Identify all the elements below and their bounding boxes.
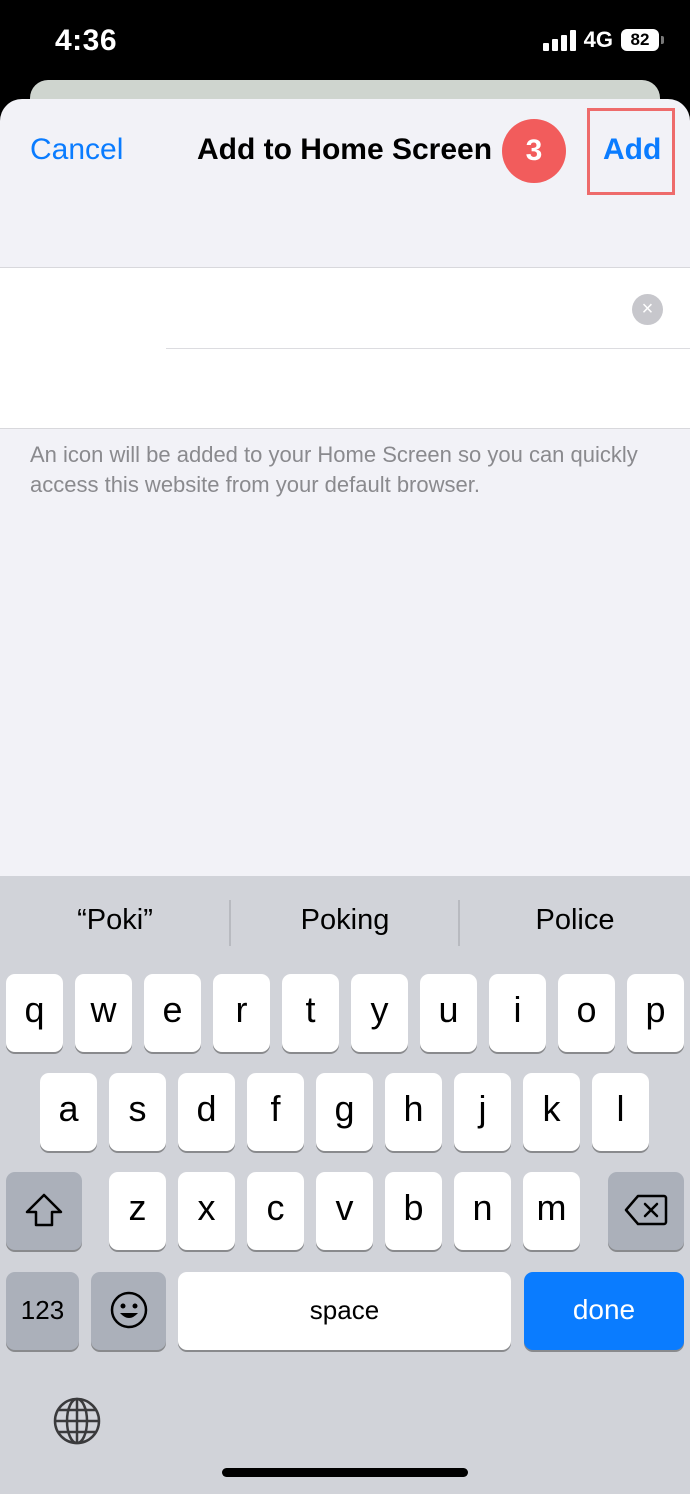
emoji-key[interactable] xyxy=(91,1272,166,1350)
backspace-icon xyxy=(624,1194,668,1226)
key-r[interactable]: r xyxy=(213,974,270,1052)
form-divider xyxy=(166,348,690,349)
key-m[interactable]: m xyxy=(523,1172,580,1250)
emoji-icon xyxy=(110,1291,147,1329)
key-h[interactable]: h xyxy=(385,1073,442,1151)
suggestion-item[interactable]: Police xyxy=(460,904,690,937)
shift-icon xyxy=(25,1193,63,1227)
key-l[interactable]: l xyxy=(592,1073,649,1151)
key-y[interactable]: y xyxy=(351,974,408,1052)
name-form: × xyxy=(0,267,690,429)
key-k[interactable]: k xyxy=(523,1073,580,1151)
key-j[interactable]: j xyxy=(454,1073,511,1151)
status-icons: 4G 82 xyxy=(542,27,664,53)
numbers-key[interactable]: 123 xyxy=(6,1272,79,1350)
key-u[interactable]: u xyxy=(420,974,477,1052)
globe-icon[interactable] xyxy=(52,1396,102,1446)
key-n[interactable]: n xyxy=(454,1172,511,1250)
home-indicator xyxy=(222,1468,468,1477)
key-f[interactable]: f xyxy=(247,1073,304,1151)
nav-bar: Cancel Add to Home Screen 3 Add xyxy=(0,99,690,209)
key-w[interactable]: w xyxy=(75,974,132,1052)
key-a[interactable]: a xyxy=(40,1073,97,1151)
key-v[interactable]: v xyxy=(316,1172,373,1250)
cancel-button[interactable]: Cancel xyxy=(30,133,123,167)
shift-key[interactable] xyxy=(6,1172,82,1250)
key-q[interactable]: q xyxy=(6,974,63,1052)
status-time: 4:36 xyxy=(55,24,118,57)
suggestion-bar: “Poki” Poking Police xyxy=(0,876,690,970)
add-button[interactable]: Add xyxy=(603,133,661,167)
step-badge: 3 xyxy=(502,119,566,183)
suggestion-item[interactable]: Poking xyxy=(230,904,460,937)
page-title: Add to Home Screen xyxy=(197,133,493,166)
clear-text-icon[interactable]: × xyxy=(632,294,663,325)
helper-text: An icon will be added to your Home Scree… xyxy=(30,442,638,497)
key-e[interactable]: e xyxy=(144,974,201,1052)
key-d[interactable]: d xyxy=(178,1073,235,1151)
key-t[interactable]: t xyxy=(282,974,339,1052)
network-type: 4G xyxy=(583,27,613,52)
key-g[interactable]: g xyxy=(316,1073,373,1151)
key-s[interactable]: s xyxy=(109,1073,166,1151)
keyboard: “Poki” Poking Police q w e r t y u i o p… xyxy=(0,876,690,1494)
key-z[interactable]: z xyxy=(109,1172,166,1250)
key-i[interactable]: i xyxy=(489,974,546,1052)
battery-icon: 82 xyxy=(621,29,659,51)
suggestion-item[interactable]: “Poki” xyxy=(0,904,230,937)
key-b[interactable]: b xyxy=(385,1172,442,1250)
space-key[interactable]: space xyxy=(178,1272,511,1350)
done-key[interactable]: done xyxy=(524,1272,684,1350)
key-p[interactable]: p xyxy=(627,974,684,1052)
battery-tip xyxy=(661,36,664,44)
key-o[interactable]: o xyxy=(558,974,615,1052)
cellular-signal-icon xyxy=(542,29,576,51)
key-c[interactable]: c xyxy=(247,1172,304,1250)
status-bar: 4:36 4G 82 xyxy=(0,0,690,82)
key-x[interactable]: x xyxy=(178,1172,235,1250)
delete-key[interactable] xyxy=(608,1172,684,1250)
